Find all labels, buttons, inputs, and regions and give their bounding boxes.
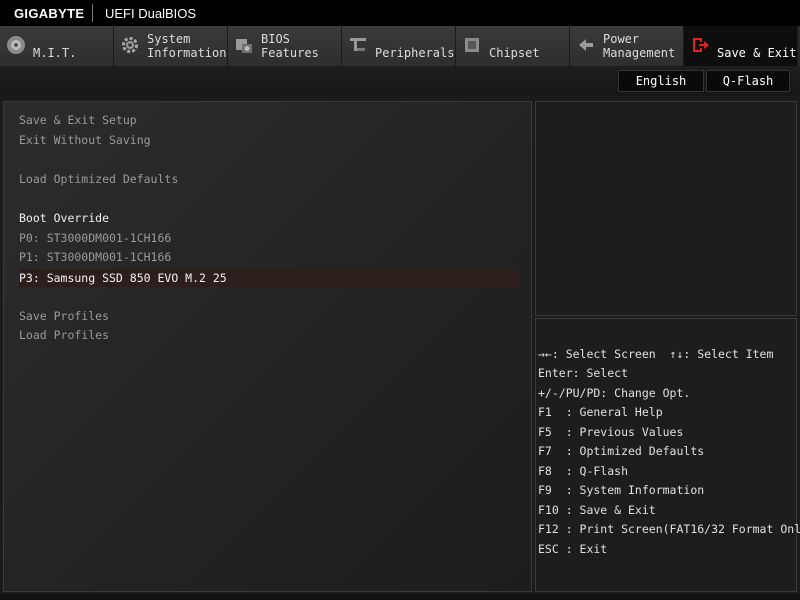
key-hint: F12 : Print Screen(FAT16/32 Format Only) [538,522,800,536]
key-hint: +/-/PU/PD: Change Opt. [538,386,691,400]
key-hint: F8 : Q-Flash [538,464,629,478]
tab-label: Save & Exit [717,46,797,60]
tab-chipset[interactable]: Chipset [456,26,570,66]
bios-title: UEFI DualBIOS [105,5,197,21]
disc-icon [7,36,25,54]
menu-item-load-profiles[interactable]: Load Profiles [19,326,109,344]
chipset-icon [465,38,479,52]
key-hint: →←: Select Screen ↑↓: Select Item [538,347,774,361]
menu-item-boot-p3[interactable]: P3: Samsung SSD 850 EVO M.2 25 [19,269,519,287]
key-hint: F7 : Optimized Defaults [538,444,705,458]
menu-panel: Save & Exit Setup Exit Without Saving Lo… [3,101,532,592]
gear-icon [122,37,138,53]
key-help-panel: →←: Select Screen ↑↓: Select Item Enter:… [535,318,800,592]
bottom-border [0,594,800,600]
tab-label: Peripherals [375,46,455,60]
tab-save-exit[interactable]: Save & Exit [684,26,798,66]
menu-item-save-exit-setup[interactable]: Save & Exit Setup [19,111,137,129]
menu-item-save-profiles[interactable]: Save Profiles [19,307,109,325]
tab-power-management[interactable]: Power Management [570,26,684,66]
main-tabs: M.I.T. System Information BIOS Features [0,26,800,66]
power-plug-icon [579,39,593,51]
key-hint: F9 : System Information [538,483,705,497]
menu-item-load-optimized-defaults[interactable]: Load Optimized Defaults [19,170,178,188]
menu-item-exit-without-saving[interactable]: Exit Without Saving [19,131,151,149]
key-hint: F10 : Save & Exit [538,503,656,517]
language-button[interactable]: English [618,70,704,92]
tab-system-information[interactable]: System Information [114,26,228,66]
tab-label-line1: System [147,32,191,46]
menu-item-boot-p1[interactable]: P1: ST3000DM001-1CH166 [19,248,171,266]
tab-peripherals[interactable]: Peripherals [342,26,456,66]
tab-bios-features[interactable]: BIOS Features [228,26,342,66]
tab-label: Chipset [489,46,540,60]
tab-label-line1: Power [603,32,640,46]
tab-mit[interactable]: M.I.T. [0,26,114,66]
key-hint: F5 : Previous Values [538,425,684,439]
key-hint: Enter: Select [538,366,629,380]
item-help-panel [535,101,797,316]
exit-icon [693,38,709,52]
tab-label-line2: Information [147,46,227,60]
brand-logo: GIGABYTE [14,5,85,21]
section-heading-boot-override: Boot Override [19,211,110,225]
brand-divider [92,4,93,22]
tab-label: M.I.T. [33,46,77,60]
key-hint: F1 : General Help [538,405,663,419]
menu-item-boot-p0[interactable]: P0: ST3000DM001-1CH166 [19,229,171,247]
tab-label-line2: Management [603,46,676,60]
key-hint: ESC : Exit [538,542,608,556]
top-bar: GIGABYTE UEFI DualBIOS [0,0,800,26]
qflash-button[interactable]: Q-Flash [706,70,790,92]
tab-label-line1: BIOS [261,32,290,46]
tab-label-line2: Features [261,46,319,60]
connector-icon [350,38,366,51]
chip-settings-icon [236,39,252,53]
